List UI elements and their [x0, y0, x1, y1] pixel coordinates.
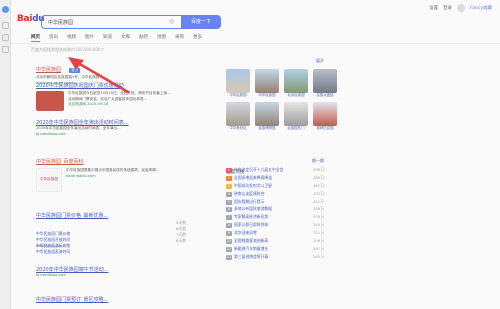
tile-label[interactable]: 中华民族园 [226, 93, 250, 98]
hot-rank: 3 [226, 183, 232, 189]
hot-value: 486万 [312, 174, 324, 180]
tile-label[interactable]: 中华世纪坛 [226, 126, 250, 131]
hot-value: 306万 [312, 238, 324, 244]
hot-value: 398万 [312, 206, 324, 212]
tile-image[interactable] [226, 102, 250, 126]
related-tile[interactable]: 中华民族园 [255, 69, 279, 98]
hot-rank: 5 [226, 199, 232, 205]
related-tile[interactable]: 中华世纪坛 [226, 102, 250, 131]
tile-label[interactable]: 民族园东门 [284, 126, 308, 131]
related-tile[interactable]: 中华民族园 [226, 69, 250, 98]
tile-label[interactable]: 北京民族园 [284, 93, 308, 98]
hot-text[interactable]: 国庆假期出行提示 [234, 199, 264, 204]
hot-item[interactable]: 8 国家公祭日即将到来 345万 [226, 222, 324, 230]
related-tile[interactable]: 民族园东门 [284, 102, 308, 131]
hot-text[interactable]: 国家公祭日即将到来 [234, 222, 268, 227]
hot-value: 433万 [312, 190, 324, 196]
hot-value: 345万 [312, 222, 324, 228]
hot-value: 411万 [312, 198, 324, 204]
hot-text[interactable]: 全国多地迎来降雨降温 [234, 175, 272, 180]
hot-search-panel: 百度热搜 换一换 1 中央决定召开十九届五中全会 498万 2 全国多地迎来降雨降温 4… [226, 158, 324, 262]
related-header: 相关景点 展开 [226, 58, 324, 75]
tile-image[interactable] [226, 69, 250, 93]
hot-item[interactable]: 3 中国成功发射北斗卫星 462万 [226, 183, 324, 191]
related-tile[interactable]: 民族大团结 [313, 69, 337, 98]
annotation-arrow [68, 57, 130, 94]
related-tile[interactable]: 北京民族园 [284, 69, 308, 98]
hot-item[interactable]: 2 全国多地迎来降雨降温 486万 [226, 175, 324, 183]
hot-text[interactable]: 全国铁路客流创新高 [234, 238, 268, 243]
hot-item[interactable]: 6 多地公布国庆旅游数据 398万 [226, 206, 324, 214]
hot-value: 321万 [312, 230, 324, 236]
hot-text[interactable]: 新能源汽车销量增长 [234, 246, 268, 251]
hot-text[interactable]: 专家解读经济新形势 [234, 214, 268, 219]
tile-image[interactable] [313, 102, 337, 126]
tile-image[interactable] [284, 102, 308, 126]
tile-label[interactable]: 民族大团结 [313, 93, 337, 98]
hot-refresh[interactable]: 换一换 [312, 158, 324, 164]
hot-item[interactable]: 4 钟南山谈疫情防控 433万 [226, 191, 324, 199]
hot-text[interactable]: 第三届进博会将开幕 [234, 254, 268, 259]
related-more[interactable]: 展开 [316, 58, 324, 64]
hot-item[interactable]: 9 北京迎来初雪 321万 [226, 230, 324, 238]
hot-item[interactable]: 5 国庆假期出行提示 411万 [226, 199, 324, 207]
tile-image[interactable] [313, 69, 337, 93]
hot-rank: 2 [226, 175, 232, 181]
tile-label[interactable]: 民族博物馆 [255, 126, 279, 131]
hot-rank: 1 [226, 168, 232, 173]
tile-image[interactable] [255, 69, 279, 93]
related-tile[interactable]: 民族博物馆 [255, 102, 279, 131]
hot-value: 462万 [312, 182, 324, 188]
hot-text[interactable]: 中国成功发射北斗卫星 [234, 183, 272, 188]
tile-label[interactable]: 中华民族园 [255, 93, 279, 98]
tile-label[interactable]: 奥林匹克园 [313, 126, 337, 131]
browser-page: Baidu 中华民族园 ◎ 百度一下 设置 登录 Fancy收藏 网页 资讯 视… [0, 0, 500, 309]
hot-text[interactable]: 钟南山谈疫情防控 [234, 191, 264, 196]
tile-image[interactable] [284, 69, 308, 93]
hot-text[interactable]: 多地公布国庆旅游数据 [234, 206, 272, 211]
hot-value: 265万 [312, 253, 324, 259]
hot-rank: 4 [226, 191, 232, 197]
hot-value: 376万 [312, 214, 324, 220]
hot-rank: 7 [226, 215, 232, 221]
hot-rank: 8 [226, 223, 232, 229]
related-grid: 中华民族园 中华民族园 北京民族园 民族大团结 中华世纪坛 民族博物馆 民族园东… [226, 69, 337, 131]
hot-text[interactable]: 中央决定召开十九届五中全会 [234, 167, 283, 172]
hot-rank: 12 [226, 254, 232, 260]
hot-rank: 11 [226, 246, 232, 252]
hot-value: 498万 [312, 167, 324, 172]
hot-text[interactable]: 北京迎来初雪 [234, 230, 257, 235]
hot-header: 百度热搜 换一换 [226, 158, 324, 175]
hot-value: 287万 [312, 245, 324, 251]
hot-rank: 9 [226, 231, 232, 237]
hot-item[interactable]: 10 全国铁路客流创新高 306万 [226, 238, 324, 246]
tile-image[interactable] [255, 102, 279, 126]
hot-rank: 10 [226, 239, 232, 245]
hot-item[interactable]: 1 中央决定召开十九届五中全会 498万 [226, 167, 324, 175]
hot-rank: 6 [226, 207, 232, 213]
hot-item[interactable]: 12 第三届进博会将开幕 265万 [226, 254, 324, 262]
hot-item[interactable]: 7 专家解读经济新形势 376万 [226, 214, 324, 222]
related-tile[interactable]: 奥林匹克园 [313, 102, 337, 131]
hot-item[interactable]: 11 新能源汽车销量增长 287万 [226, 246, 324, 254]
